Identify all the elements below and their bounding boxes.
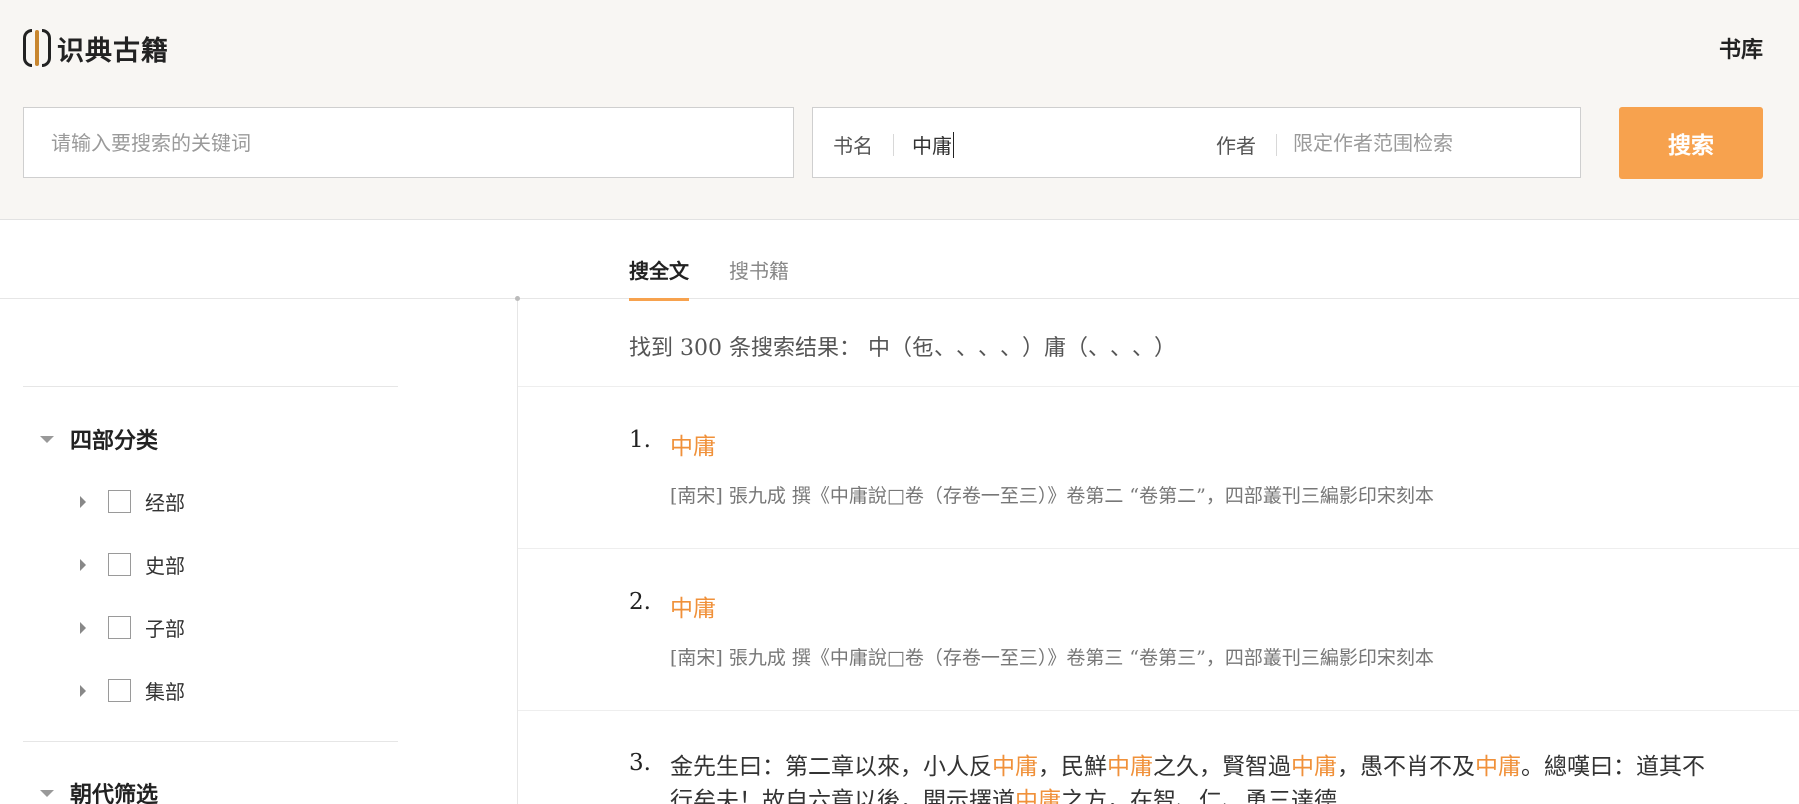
expand-arrow-icon[interactable] bbox=[80, 496, 86, 508]
snippet-text: ，民鮮 bbox=[1038, 754, 1107, 780]
snippet-highlight: 中庸 bbox=[992, 754, 1038, 780]
header-bar: 识典古籍 书库 书名 中庸 作者 搜索 bbox=[0, 0, 1799, 220]
checkbox-jibu[interactable] bbox=[108, 679, 131, 702]
filter-group-title: 朝代筛选 bbox=[70, 777, 158, 804]
logo-text: 识典古籍 bbox=[57, 29, 169, 68]
expand-arrow-icon[interactable] bbox=[80, 559, 86, 571]
filter-group-categories[interactable]: 四部分类 bbox=[40, 423, 158, 455]
checkbox-shibu[interactable] bbox=[108, 553, 131, 576]
tree-item-shibu: 史部 bbox=[80, 550, 185, 579]
result-title-link[interactable]: 中庸 bbox=[670, 589, 716, 623]
snippet-highlight: 中庸 bbox=[1475, 754, 1521, 780]
divider-handle[interactable] bbox=[515, 296, 520, 301]
result-title-link[interactable]: 中庸 bbox=[670, 427, 716, 461]
summary-prefix: 找到 bbox=[629, 336, 673, 361]
tree-item-zibu: 子部 bbox=[80, 613, 185, 642]
sidebar-divider-line bbox=[23, 741, 398, 742]
results-count: 300 bbox=[680, 336, 722, 361]
snippet-line-2: 行矣夫！故自六章以後，開示擇道中庸之方，在智、仁、勇三達德 bbox=[670, 784, 1705, 804]
snippet-text: 。總嘆曰：道其不 bbox=[1521, 754, 1705, 780]
text-caret bbox=[953, 132, 954, 158]
search-mode-tabs: 搜全文 搜书籍 bbox=[0, 221, 1799, 299]
tree-item-label: 子部 bbox=[145, 613, 185, 642]
snippet-highlight: 中庸 bbox=[1015, 788, 1061, 804]
result-number: 2. bbox=[629, 589, 651, 615]
result-number: 3. bbox=[629, 750, 651, 776]
filter-group-dynasty[interactable]: 朝代筛选 bbox=[40, 777, 158, 804]
result-number: 1. bbox=[629, 427, 651, 453]
book-name-value: 中庸 bbox=[912, 134, 952, 158]
result-separator bbox=[518, 386, 1799, 387]
result-source: [南宋] 張九成 撰《中庸說□卷（存卷一至三）》卷第三 “卷第三”，四部叢刊三編… bbox=[670, 643, 1434, 670]
tab-books[interactable]: 搜书籍 bbox=[729, 255, 789, 298]
collapse-arrow-icon bbox=[40, 790, 54, 797]
result-separator bbox=[518, 710, 1799, 711]
tree-item-label: 集部 bbox=[145, 676, 185, 705]
expand-arrow-icon[interactable] bbox=[80, 685, 86, 697]
summary-suffix: 条搜索结果： bbox=[729, 336, 861, 361]
result-snippet[interactable]: 金先生曰：第二章以來，小人反中庸，民鮮中庸之久，賢智過中庸，愚不肖不及中庸。總嘆… bbox=[670, 750, 1705, 804]
filter-group-title: 四部分类 bbox=[70, 423, 158, 455]
checkbox-zibu[interactable] bbox=[108, 616, 131, 639]
search-button[interactable]: 搜索 bbox=[1619, 107, 1763, 179]
results-summary: 找到 300 条搜索结果： 中（㐌、𠁤、𠁦、𠁩、𠁯）庸（𤓰、𤕍、𤕏、𤕾） bbox=[629, 330, 1176, 362]
tree-item-label: 史部 bbox=[145, 550, 185, 579]
book-name-separator bbox=[893, 134, 894, 156]
nav-library-link[interactable]: 书库 bbox=[1719, 32, 1763, 64]
expand-arrow-icon[interactable] bbox=[80, 622, 86, 634]
site-logo[interactable]: 识典古籍 bbox=[23, 28, 169, 68]
snippet-text: 之久，賢智過 bbox=[1153, 754, 1291, 780]
book-name-label: 书名 bbox=[833, 130, 873, 159]
sidebar-divider[interactable] bbox=[517, 298, 518, 804]
tree-item-label: 经部 bbox=[145, 487, 185, 516]
character-variants: 中（㐌、𠁤、𠁦、𠁩、𠁯）庸（𤓰、𤕍、𤕏、𤕾） bbox=[868, 336, 1176, 361]
keyword-search-input[interactable] bbox=[24, 108, 793, 177]
author-separator bbox=[1276, 134, 1277, 156]
snippet-text: 行矣夫！故自六章以後，開示擇道 bbox=[670, 788, 1015, 804]
snippet-text: ，愚不肖不及 bbox=[1337, 754, 1475, 780]
snippet-text: 之方，在智、仁、勇三達德 bbox=[1061, 788, 1337, 804]
snippet-text: 金先生曰：第二章以來，小人反 bbox=[670, 754, 992, 780]
book-author-filter-box: 书名 中庸 作者 bbox=[812, 107, 1581, 178]
tree-item-jibu: 集部 bbox=[80, 676, 185, 705]
snippet-line-1: 金先生曰：第二章以來，小人反中庸，民鮮中庸之久，賢智過中庸，愚不肖不及中庸。總嘆… bbox=[670, 750, 1705, 784]
tree-item-jingbu: 经部 bbox=[80, 487, 185, 516]
collapse-arrow-icon bbox=[40, 436, 54, 443]
result-separator bbox=[518, 548, 1799, 549]
book-name-input[interactable]: 中庸 bbox=[912, 130, 954, 159]
logo-mark-icon bbox=[23, 29, 51, 67]
keyword-search-box bbox=[23, 107, 794, 178]
result-source: [南宋] 張九成 撰《中庸說□卷（存卷一至三）》卷第二 “卷第二”，四部叢刊三編… bbox=[670, 481, 1434, 508]
tab-full-text[interactable]: 搜全文 bbox=[629, 255, 689, 301]
checkbox-jingbu[interactable] bbox=[108, 490, 131, 513]
sidebar-divider-line bbox=[23, 386, 398, 387]
author-label: 作者 bbox=[1216, 130, 1256, 159]
author-input[interactable] bbox=[1293, 118, 1563, 168]
snippet-highlight: 中庸 bbox=[1291, 754, 1337, 780]
snippet-highlight: 中庸 bbox=[1107, 754, 1153, 780]
